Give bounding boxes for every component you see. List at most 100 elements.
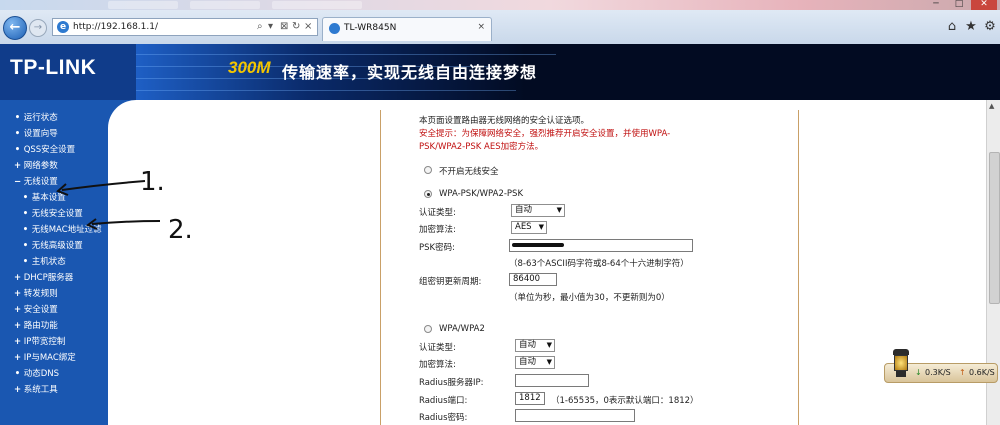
background-tab[interactable]: [190, 1, 260, 9]
menu-label: 系统工具: [23, 385, 58, 395]
address-input[interactable]: [73, 21, 253, 33]
favorites-icon[interactable]: ★: [963, 19, 979, 35]
radius-server-ip-input[interactable]: [515, 374, 589, 387]
chevron-down-icon: ▼: [538, 223, 544, 231]
psk-auth-type-label: 认证类型:: [419, 208, 456, 218]
background-tab[interactable]: [272, 1, 362, 9]
refresh-icon[interactable]: ↻: [292, 20, 300, 34]
close-window-button[interactable]: ✕: [971, 0, 997, 10]
chevron-down-icon: ▼: [546, 341, 552, 349]
option-wpa-psk-label: WPA-PSK/WPA2-PSK: [439, 189, 524, 199]
menu-label: IP与MAC绑定: [23, 353, 76, 363]
dropdown-icon[interactable]: ▾: [268, 20, 273, 34]
menu-item-forwarding[interactable]: + 转发规则: [0, 286, 108, 302]
menu-item-dhcp[interactable]: + DHCP服务器: [0, 270, 108, 286]
menu-label: 无线设置: [23, 177, 58, 187]
menu-item-status[interactable]: • 运行状态: [0, 110, 108, 126]
menu-item-system-tools[interactable]: + 系统工具: [0, 382, 108, 398]
menu-label: 网络参数: [23, 161, 58, 171]
download-arrow-icon: ↓: [915, 368, 922, 377]
compat-view-icon[interactable]: ⊠: [280, 20, 288, 34]
wpa-auth-type-select[interactable]: 自动 ▼: [515, 339, 555, 352]
radius-password-label: Radius密码:: [419, 413, 468, 423]
psk-encryption-select[interactable]: AES ▼: [511, 221, 547, 234]
radio-wpa-psk[interactable]: [424, 190, 432, 198]
menu-item-wireless-basic[interactable]: • 基本设置: [0, 190, 108, 206]
security-tip-line1: 安全提示：为保障网络安全，强烈推荐开启安全设置，并使用WPA-: [419, 129, 671, 139]
select-value: 自动: [519, 357, 537, 367]
redaction-mark: [512, 243, 564, 247]
annotation-label-1: 1.: [140, 167, 165, 197]
address-bar[interactable]: e ⌕ ▾ ⊠ ↻ ×: [52, 18, 318, 36]
psk-auth-type-select[interactable]: 自动 ▼: [511, 204, 565, 217]
select-value: 自动: [519, 340, 537, 350]
search-icon[interactable]: ⌕: [257, 20, 263, 34]
menu-item-ip-mac-binding[interactable]: + IP与MAC绑定: [0, 350, 108, 366]
radius-password-input[interactable]: [515, 409, 635, 422]
background-tab[interactable]: [108, 1, 178, 9]
radius-port-hint: （1-65535，0表示默认端口：1812）: [551, 396, 699, 406]
security-tip-line2: PSK/WPA2-PSK AES加密方法。: [419, 142, 544, 152]
maximize-button[interactable]: □: [949, 0, 969, 10]
radio-wpa-enterprise[interactable]: [424, 325, 432, 333]
select-value: 自动: [515, 205, 533, 215]
tab-title: TL-WR845N: [344, 23, 397, 33]
lantern-icon: [890, 349, 912, 379]
close-tab-icon[interactable]: ×: [477, 22, 485, 32]
form-frame-border: [798, 110, 799, 425]
slogan-text: 传输速率，实现无线自由连接梦想: [282, 63, 538, 82]
download-speed: 0.3K/S: [925, 368, 951, 377]
stop-icon[interactable]: ×: [304, 20, 312, 34]
select-value: AES: [515, 222, 532, 232]
psk-encryption-label: 加密算法:: [419, 225, 456, 235]
menu-label: 无线MAC地址过滤: [31, 225, 102, 235]
group-rekey-input[interactable]: 86400: [509, 273, 557, 286]
active-tab[interactable]: TL-WR845N ×: [322, 17, 492, 41]
upload-speed: 0.6K/S: [969, 368, 995, 377]
menu-label: 动态DNS: [23, 369, 60, 379]
chevron-down-icon: ▼: [556, 206, 562, 214]
menu-item-wireless[interactable]: − 无线设置: [0, 174, 108, 190]
menu-item-wireless-security[interactable]: • 无线安全设置: [0, 206, 108, 222]
menu-item-qss[interactable]: • QSS安全设置: [0, 142, 108, 158]
menu-item-wireless-advanced[interactable]: • 无线高级设置: [0, 238, 108, 254]
chevron-down-icon: ▼: [546, 358, 552, 366]
radius-port-input[interactable]: 1812: [515, 392, 545, 405]
home-icon[interactable]: ⌂: [944, 19, 960, 35]
radio-no-security[interactable]: [424, 166, 432, 174]
tp-link-logo: TP-LINK: [10, 56, 97, 79]
browser-chrome: ─ □ ✕ ← → e ⌕ ▾ ⊠ ↻ × TL-WR845N × ⌂ ★ ⚙: [0, 0, 1000, 44]
radius-server-ip-label: Radius服务器IP:: [419, 378, 484, 388]
menu-item-mac-filter[interactable]: • 无线MAC地址过滤: [0, 222, 108, 238]
menu-item-routing[interactable]: + 路由功能: [0, 318, 108, 334]
minimize-button[interactable]: ─: [925, 0, 947, 10]
back-button[interactable]: ←: [3, 16, 27, 40]
menu-label: IP带宽控制: [23, 337, 66, 347]
menu-item-host-status[interactable]: • 主机状态: [0, 254, 108, 270]
psk-password-label: PSK密码:: [419, 243, 455, 253]
menu-label: 无线高级设置: [31, 241, 83, 251]
menu-label: QSS安全设置: [23, 145, 76, 155]
menu-item-ddns[interactable]: • 动态DNS: [0, 366, 108, 382]
menu-label: 无线安全设置: [31, 209, 83, 219]
group-rekey-hint: （单位为秒，最小值为30，不更新则为0）: [509, 293, 670, 303]
scrollbar-thumb[interactable]: [989, 152, 1000, 304]
scroll-up-icon[interactable]: ▲: [989, 102, 994, 110]
wpa-encryption-label: 加密算法:: [419, 360, 456, 370]
settings-gear-icon[interactable]: ⚙: [982, 19, 998, 35]
menu-label: 设置向导: [23, 129, 58, 139]
menu-label: DHCP服务器: [23, 273, 74, 283]
menu-label: 转发规则: [23, 289, 58, 299]
menu-item-network[interactable]: + 网络参数: [0, 158, 108, 174]
annotation-label-2: 2.: [168, 215, 193, 245]
menu-item-wizard[interactable]: • 设置向导: [0, 126, 108, 142]
menu-label: 主机状态: [31, 257, 66, 267]
forward-button[interactable]: →: [29, 19, 47, 37]
wpa-encryption-select[interactable]: 自动 ▼: [515, 356, 555, 369]
left-menu: • 运行状态 • 设置向导 • QSS安全设置 + 网络参数 − 无线设置 • …: [0, 100, 108, 425]
logo-area: TP-LINK: [0, 44, 136, 100]
menu-item-security[interactable]: + 安全设置: [0, 302, 108, 318]
psk-password-input[interactable]: [509, 239, 693, 252]
title-bar: ─ □ ✕: [0, 0, 1000, 10]
menu-item-bandwidth[interactable]: + IP带宽控制: [0, 334, 108, 350]
